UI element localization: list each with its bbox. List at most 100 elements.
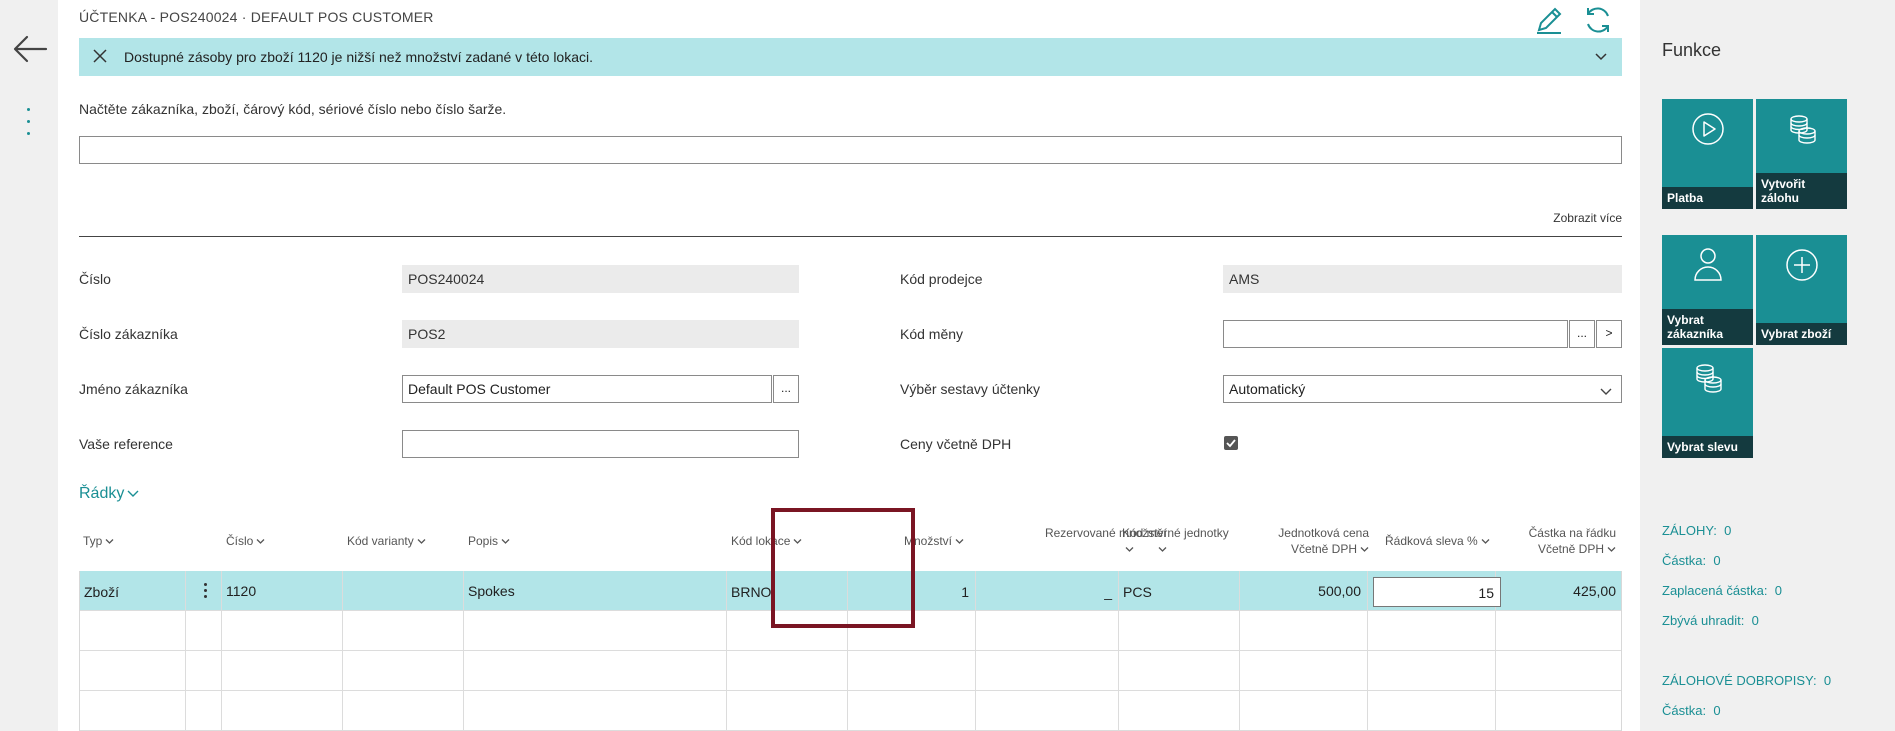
col-jednotkova-label-2: Včetně DPH xyxy=(1290,542,1357,556)
show-more-link[interactable]: Zobrazit více xyxy=(1553,211,1622,225)
cell-empty[interactable] xyxy=(848,611,976,651)
cell-empty[interactable] xyxy=(1368,691,1496,731)
cell-empty[interactable] xyxy=(1496,651,1622,691)
vase-reference-field[interactable] xyxy=(402,430,799,458)
col-popis[interactable]: Popis xyxy=(468,533,510,549)
cell-empty[interactable] xyxy=(727,611,848,651)
stat-castka-1-label: Částka: xyxy=(1662,553,1707,568)
stat-zalohy: ZÁLOHY: 0 xyxy=(1662,523,1731,538)
cell-empty[interactable] xyxy=(464,691,727,731)
col-mnozstvi[interactable]: Množství xyxy=(904,533,964,549)
stat-castka-1: Částka: 0 xyxy=(1662,553,1721,568)
col-jednotkova-cena[interactable]: Jednotková cena Včetně DPH xyxy=(1249,525,1369,557)
col-kod-merne-jednotky[interactable]: Kód měrné jednotky xyxy=(1122,525,1229,557)
col-kod-varianty[interactable]: Kód varianty xyxy=(347,533,426,549)
vyber-sestavy-select[interactable]: Automatický xyxy=(1223,375,1622,403)
stat-dobropisy-value: 0 xyxy=(1823,673,1832,688)
cell-rezervovane[interactable]: _ xyxy=(976,571,1119,611)
tile-vybrat-slevu[interactable]: Vybrat slevu xyxy=(1662,348,1753,458)
stat-castka-2: Částka: 0 xyxy=(1662,703,1721,718)
kod-meny-field[interactable] xyxy=(1223,320,1568,348)
tile-vybrat-zakaznika[interactable]: Vybrat zákazníka xyxy=(1662,235,1753,345)
back-arrow-icon[interactable] xyxy=(12,34,48,64)
cell-empty xyxy=(186,611,222,651)
radkova-sleva-input[interactable]: 15 xyxy=(1373,577,1501,607)
cell-empty[interactable] xyxy=(1119,691,1240,731)
cell-empty[interactable] xyxy=(80,611,186,651)
table-row[interactable] xyxy=(80,611,1621,651)
cell-empty[interactable] xyxy=(976,611,1119,651)
table-row[interactable] xyxy=(80,651,1621,691)
cell-empty[interactable] xyxy=(343,651,464,691)
tile-vytvorit-zalohu[interactable]: Vytvořit zálohu xyxy=(1756,99,1847,209)
kod-meny-next-button[interactable]: > xyxy=(1596,320,1622,348)
stat-zalohy-label: ZÁLOHY: xyxy=(1662,523,1717,538)
col-cislo[interactable]: Číslo xyxy=(226,533,265,549)
cell-empty[interactable] xyxy=(80,651,186,691)
jmeno-zakaznika-field[interactable]: Default POS Customer xyxy=(402,375,772,403)
cell-empty[interactable] xyxy=(1368,651,1496,691)
col-castka-na-radku[interactable]: Částka na řádku Včetně DPH xyxy=(1478,525,1616,557)
cell-empty[interactable] xyxy=(464,651,727,691)
jmeno-zakaznika-label: Jméno zákazníka xyxy=(79,381,188,397)
cell-cislo[interactable]: 1120 xyxy=(222,571,343,611)
col-cislo-label: Číslo xyxy=(226,534,254,548)
col-typ-label: Typ xyxy=(83,534,103,548)
cell-typ[interactable]: Zboží xyxy=(80,571,186,611)
cell-empty[interactable] xyxy=(222,611,343,651)
kod-meny-lookup-button[interactable]: ... xyxy=(1569,320,1595,348)
col-radkova-sleva[interactable]: Řádková sleva % xyxy=(1385,533,1490,549)
cell-empty[interactable] xyxy=(343,691,464,731)
chevron-down-icon xyxy=(256,539,265,545)
cell-empty[interactable] xyxy=(848,651,976,691)
chevron-down-icon[interactable] xyxy=(1594,50,1608,64)
chevron-down-icon xyxy=(417,539,426,545)
lines-title: Řádky xyxy=(79,485,125,502)
cell-empty[interactable] xyxy=(222,691,343,731)
cell-empty[interactable] xyxy=(1496,611,1622,651)
stat-dobropisy-label: ZÁLOHOVÉ DOBROPISY: xyxy=(1662,673,1817,688)
chevron-down-icon xyxy=(105,539,114,545)
lines-section-toggle[interactable]: Řádky xyxy=(79,485,139,503)
cell-empty[interactable] xyxy=(976,651,1119,691)
cell-empty[interactable] xyxy=(976,691,1119,731)
col-typ[interactable]: Typ xyxy=(83,533,114,549)
tile-platba[interactable]: Platba xyxy=(1662,99,1753,209)
close-icon[interactable] xyxy=(92,48,108,64)
tile-vybrat-zbozi[interactable]: Vybrat zboží xyxy=(1756,235,1847,345)
cell-empty[interactable] xyxy=(1496,691,1622,731)
cell-empty[interactable] xyxy=(1119,651,1240,691)
cell-empty[interactable] xyxy=(727,691,848,731)
cell-empty[interactable] xyxy=(222,651,343,691)
cell-empty[interactable] xyxy=(464,611,727,651)
pencil-icon[interactable] xyxy=(1531,2,1567,38)
cell-empty[interactable] xyxy=(80,691,186,731)
cell-kod-varianty[interactable] xyxy=(343,571,464,611)
cell-empty[interactable] xyxy=(1240,691,1368,731)
cell-mnozstvi[interactable]: 1 xyxy=(848,571,976,611)
vertical-ellipsis-icon[interactable] xyxy=(22,108,34,142)
cell-jednotkova-cena[interactable]: 500,00 xyxy=(1240,571,1368,611)
tile-vybrat-slevu-label: Vybrat slevu xyxy=(1662,436,1753,458)
divider xyxy=(79,236,1622,237)
cell-kod-lokace[interactable]: BRNO xyxy=(727,571,848,611)
scan-input[interactable] xyxy=(79,136,1622,164)
cell-empty[interactable] xyxy=(1119,611,1240,651)
cell-empty[interactable] xyxy=(1240,611,1368,651)
cell-empty[interactable] xyxy=(1240,651,1368,691)
cell-empty[interactable] xyxy=(727,651,848,691)
ceny-dph-checkbox[interactable] xyxy=(1224,436,1238,450)
jmeno-zakaznika-lookup-button[interactable]: ... xyxy=(773,375,799,403)
col-kod-lokace[interactable]: Kód lokace xyxy=(731,533,802,549)
cell-empty[interactable] xyxy=(343,611,464,651)
cell-kod-merne[interactable]: PCS xyxy=(1119,571,1240,611)
vase-reference-label: Vaše reference xyxy=(79,436,173,452)
table-row[interactable] xyxy=(80,691,1621,731)
cell-empty[interactable] xyxy=(848,691,976,731)
cell-castka[interactable]: 425,00 xyxy=(1496,571,1622,611)
col-jednotkova-label-1: Jednotková cena xyxy=(1278,526,1369,540)
stat-zbyva: Zbývá uhradit: 0 xyxy=(1662,613,1759,628)
refresh-icon[interactable] xyxy=(1580,2,1616,38)
cell-popis[interactable]: Spokes xyxy=(464,571,727,611)
cell-empty[interactable] xyxy=(1368,611,1496,651)
